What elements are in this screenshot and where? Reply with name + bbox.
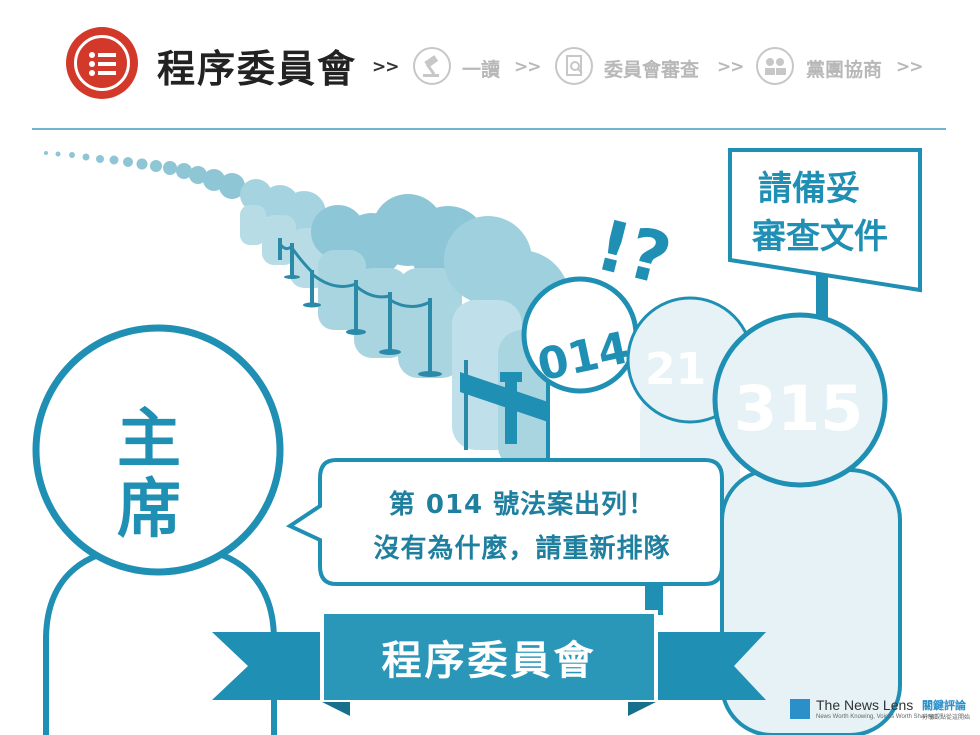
brand-tagline: News Worth Knowing, Voices Worth Sharing xyxy=(816,714,935,720)
brand-name: The News Lens xyxy=(816,697,914,713)
exclaim-mark: !? xyxy=(588,204,678,301)
chair-label-2: 席 xyxy=(117,473,181,547)
brand-cn-tagline: 分享觀點從這開始 xyxy=(922,714,971,721)
sign-line-1: 請備妥 xyxy=(758,169,860,209)
brand-logo: The News Lens 關鍵評論 News Worth Knowing, V… xyxy=(790,695,970,725)
queue-illustration: 014 !? 21 請備妥 審查文件 315 xyxy=(32,148,922,735)
speech-line-1: 第 014 號法案出列！ xyxy=(388,490,656,520)
sign-line-2: 審查文件 xyxy=(751,217,888,257)
brand-icon xyxy=(790,699,810,719)
banner-title: 程序委員會 xyxy=(381,638,597,684)
bill-number-21: 21 xyxy=(645,344,706,395)
speech-line-2: 沒有為什麼，請重新排隊 xyxy=(373,534,671,564)
bill-number-315: 315 xyxy=(734,372,863,445)
brand-cn-name: 關鍵評論 xyxy=(922,699,966,712)
